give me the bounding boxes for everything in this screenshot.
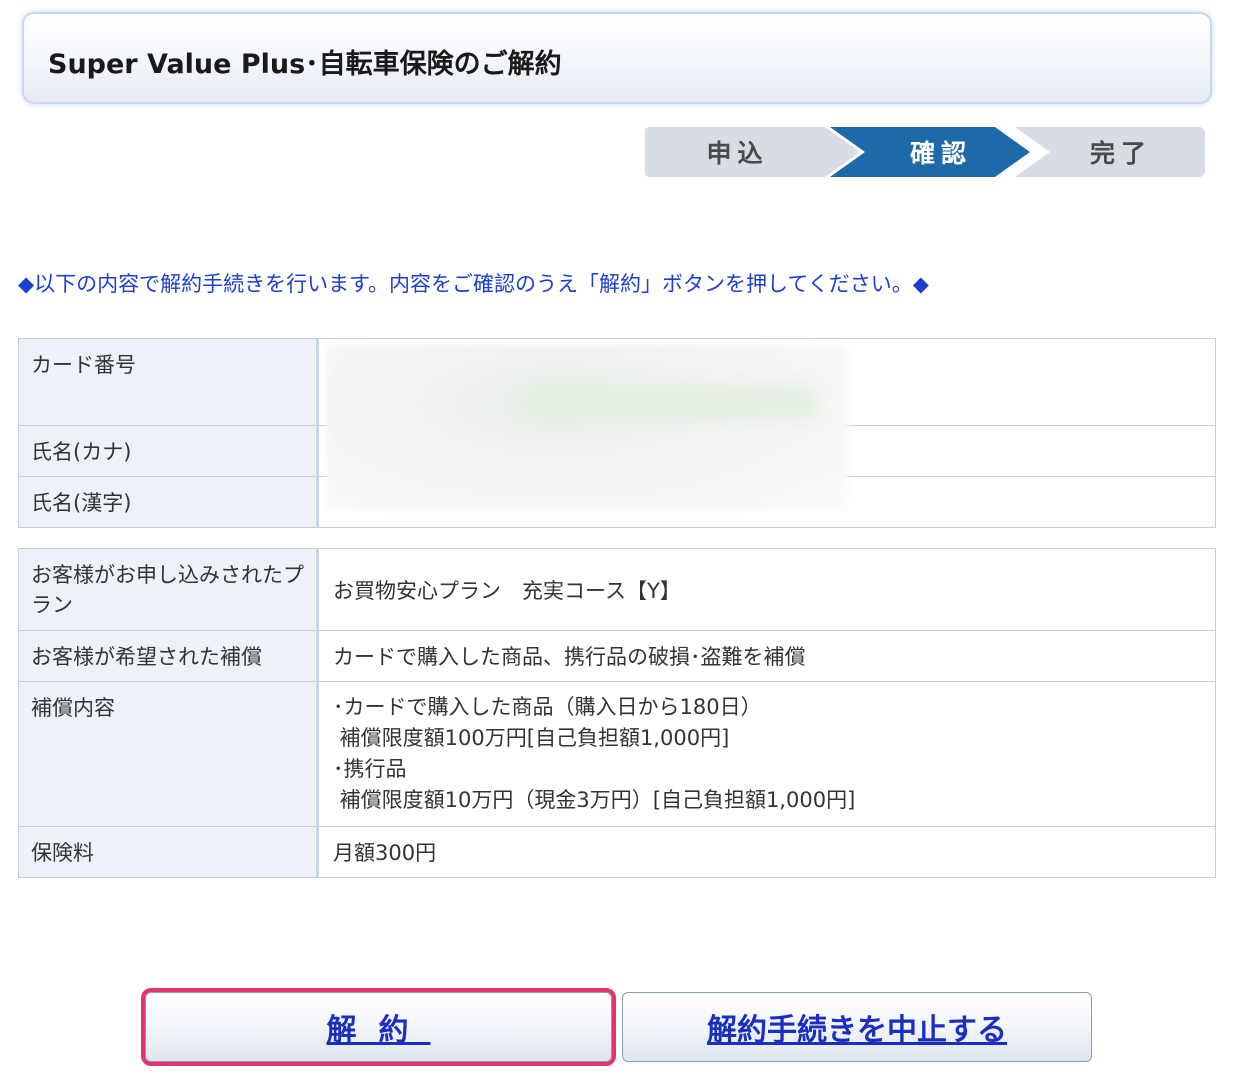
name-kanji-label: 氏名(漢字) [18,476,319,528]
coverage-detail-line: ･携行品 [333,757,407,781]
table-row: お客様がお申し込みされたプラン お買物安心プラン 充実コース【Y】 [18,548,1216,631]
step-complete: 完了 [1015,127,1205,177]
coverage-request-label: お客様が希望された補償 [18,630,319,682]
table-row: 補償内容 ･カードで購入した商品（購入日から180日） 補償限度額100万円[自… [18,681,1216,827]
coverage-detail-line: ･カードで購入した商品（購入日から180日） [333,695,762,719]
abort-procedure-button[interactable]: 解約手続きを中止する [622,992,1092,1062]
plan-label: お客様がお申し込みされたプラン [18,548,319,631]
coverage-details-value: ･カードで購入した商品（購入日から180日） 補償限度額100万円[自己負担額1… [317,681,1216,827]
step-confirm-active: 確認 [830,127,1030,177]
redacted-personal-info [326,345,848,511]
coverage-detail-line: 補償限度額100万円[自己負担額1,000円] [333,726,730,750]
premium-label: 保険料 [18,826,319,878]
cancel-contract-button[interactable]: 解約 [141,988,616,1066]
step-apply: 申込 [645,127,860,177]
coverage-request-value: カードで購入した商品、携行品の破損･盗難を補償 [317,630,1216,682]
card-number-label: カード番号 [18,338,319,426]
progress-steps: 申込 完了 確認 [645,127,1205,177]
page: Super Value Plus･自転車保険のご解約 申込 完了 確認 ◆以下の… [0,0,1250,1076]
plan-value: お買物安心プラン 充実コース【Y】 [317,548,1216,631]
table-row: お客様が希望された補償 カードで購入した商品、携行品の破損･盗難を補償 [18,630,1216,682]
name-kana-label: 氏名(カナ) [18,425,319,477]
coverage-details-label: 補償内容 [18,681,319,827]
redacted-personal-info-band [520,385,820,421]
table-row: 保険料 月額300円 [18,826,1216,878]
coverage-detail-line: 補償限度額10万円（現金3万円）[自己負担額1,000円] [333,788,856,812]
instruction-notice: ◆以下の内容で解約手続きを行います。内容をご確認のうえ「解約」ボタンを押してくだ… [18,272,929,296]
title-panel: Super Value Plus･自転車保険のご解約 [22,12,1212,104]
premium-value: 月額300円 [317,826,1216,878]
plan-info-table: お客様がお申し込みされたプラン お買物安心プラン 充実コース【Y】 お客様が希望… [18,548,1216,878]
page-title: Super Value Plus･自転車保険のご解約 [48,49,562,80]
